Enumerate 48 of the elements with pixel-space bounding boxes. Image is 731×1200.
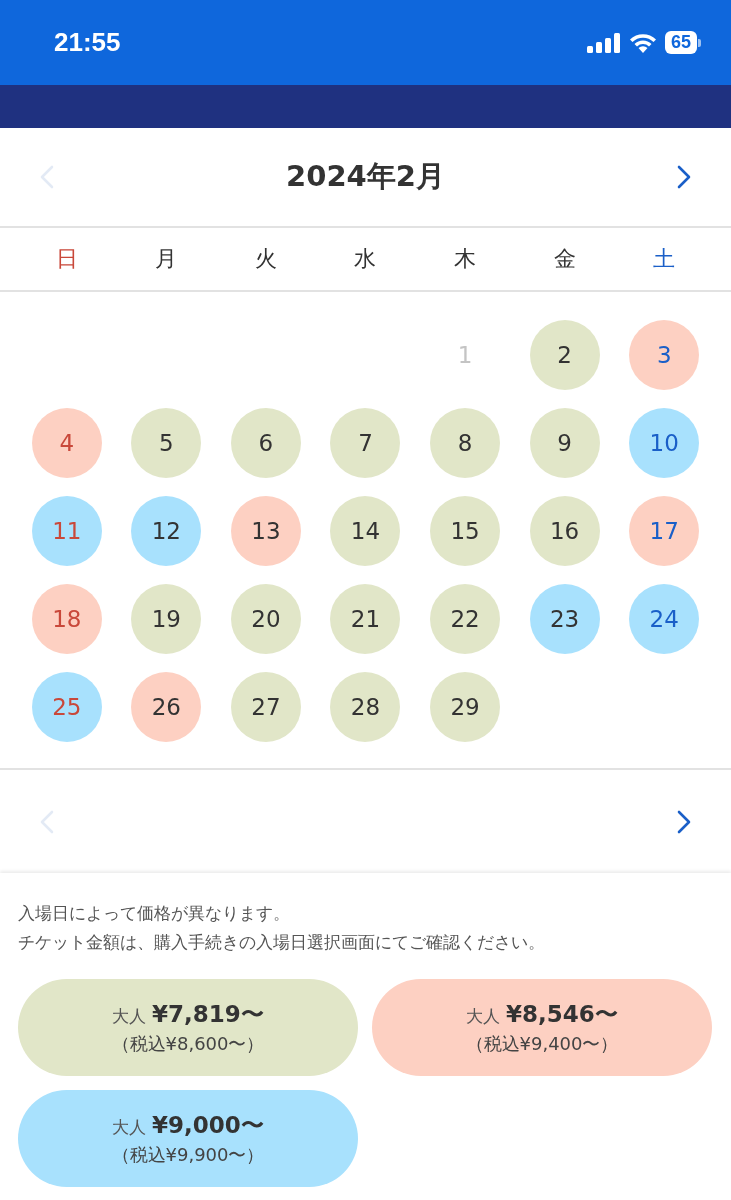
signal-icon <box>586 32 621 53</box>
calendar-day[interactable]: 6 <box>230 408 301 478</box>
battery-level: 65 <box>664 31 697 54</box>
calendar-day[interactable]: 24 <box>629 584 700 654</box>
calendar-day[interactable]: 20 <box>230 584 301 654</box>
price-text: ¥8,546〜 <box>506 1000 618 1029</box>
calendar-day[interactable]: 14 <box>330 496 401 566</box>
calendar-day: 1 <box>430 320 501 390</box>
calendar-day[interactable]: 2 <box>529 320 600 390</box>
ticket-type: 大人 <box>112 1005 147 1028</box>
ticket-type: 大人 <box>466 1005 501 1028</box>
clock-time: 21:55 <box>54 27 121 58</box>
note-text: チケット金額は、購入手続きの入場日選択画面にてご確認ください。 <box>18 931 546 954</box>
calendar-day[interactable]: 9 <box>529 408 600 478</box>
calendar-day[interactable]: 17 <box>629 496 700 566</box>
weekday-label: 火 <box>254 245 277 273</box>
calendar-day[interactable]: 28 <box>330 672 401 742</box>
calendar-day[interactable]: 21 <box>330 584 401 654</box>
weekday-label: 水 <box>354 245 377 273</box>
calendar-day[interactable]: 12 <box>131 496 202 566</box>
calendar-day[interactable]: 27 <box>230 672 301 742</box>
month-title: 2024年2月 <box>286 158 445 195</box>
tax-included-price: （税込¥9,900〜） <box>111 1143 265 1167</box>
weekday-label: 土 <box>653 245 676 273</box>
tax-included-price: （税込¥8,600〜） <box>111 1032 265 1056</box>
calendar-day[interactable]: 29 <box>430 672 501 742</box>
calendar-day[interactable]: 3 <box>629 320 700 390</box>
wifi-icon <box>628 32 657 53</box>
calendar-day[interactable]: 23 <box>529 584 600 654</box>
weekday-label: 月 <box>155 245 178 273</box>
note-text: 入場日によって価格が異なります。 <box>18 902 291 925</box>
ticket-type: 大人 <box>112 1116 147 1139</box>
weekday-label: 木 <box>454 245 477 273</box>
calendar-day[interactable]: 5 <box>131 408 202 478</box>
calendar-day[interactable]: 16 <box>529 496 600 566</box>
price-text: ¥7,819〜 <box>152 1000 264 1029</box>
tax-included-price: （税込¥9,400〜） <box>465 1032 619 1056</box>
calendar-day[interactable]: 13 <box>230 496 301 566</box>
calendar-day[interactable]: 10 <box>629 408 700 478</box>
weekday-label: 金 <box>553 245 576 273</box>
calendar-day[interactable]: 26 <box>131 672 202 742</box>
calendar-day[interactable]: 7 <box>330 408 401 478</box>
calendar-day[interactable]: 19 <box>131 584 202 654</box>
weekday-label: 日 <box>55 245 78 273</box>
calendar-day[interactable]: 15 <box>430 496 501 566</box>
calendar-day[interactable]: 8 <box>430 408 501 478</box>
price-text: ¥9,000〜 <box>152 1111 264 1140</box>
calendar-day[interactable]: 22 <box>430 584 501 654</box>
